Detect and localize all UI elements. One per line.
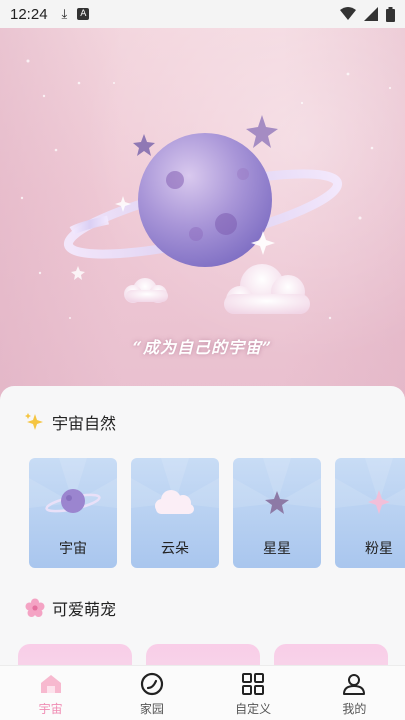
cloud-icon (155, 490, 194, 514)
content-panel: 宇宙自然 宇宙 云朵 星星 粉星 可爱萌宠 (0, 386, 405, 666)
tab-label: 自定义 (235, 702, 272, 716)
flower-icon (25, 598, 45, 617)
card-label: 云朵 (161, 541, 189, 557)
hero-slogan: “成为自己的宇宙” (132, 338, 273, 357)
card-label: 粉星 (365, 541, 393, 557)
card-pink-star[interactable]: 粉星 (335, 458, 405, 568)
download-icon: ⤓ (61, 6, 68, 22)
bottom-tabbar: 宇宙 家园 自定义 我的 (0, 665, 405, 720)
battery-icon (386, 6, 395, 22)
cellular-icon (364, 7, 378, 21)
wifi-icon (340, 7, 356, 20)
card-universe[interactable]: 宇宙 (29, 458, 117, 568)
card-star[interactable]: 星星 (233, 458, 321, 568)
section-title-text: 宇宙自然 (52, 414, 117, 433)
card-cloud[interactable]: 云朵 (131, 458, 219, 568)
status-time: 12:24 (10, 5, 48, 23)
notification-icon: A (77, 8, 90, 20)
tab-label: 我的 (342, 702, 367, 716)
status-bar: 12:24 ⤓ A (0, 0, 405, 28)
tab-home[interactable]: 家园 (101, 666, 202, 720)
grid-icon (242, 673, 265, 695)
category-cards: 宇宙 云朵 星星 粉星 (0, 458, 405, 568)
tab-mine[interactable]: 我的 (304, 666, 405, 720)
card-label: 宇宙 (59, 541, 87, 557)
section-title-universe: 宇宙自然 (0, 408, 405, 436)
tab-universe[interactable]: 宇宙 (0, 666, 101, 720)
pet-card[interactable] (18, 644, 132, 666)
circle-icon (140, 672, 163, 696)
pet-card[interactable] (274, 644, 388, 666)
pet-cards (0, 644, 405, 666)
tab-label: 宇宙 (38, 702, 63, 716)
section-title-pets: 可爱萌宠 (0, 594, 405, 622)
section-title-text: 可爱萌宠 (52, 600, 117, 619)
hero-banner[interactable]: “成为自己的宇宙” (0, 28, 405, 400)
home-icon (40, 675, 61, 693)
sparkle-icon (25, 413, 43, 430)
person-icon (343, 674, 366, 695)
pet-card[interactable] (146, 644, 260, 666)
tab-label: 家园 (139, 702, 164, 716)
card-label: 星星 (263, 541, 291, 557)
tab-custom[interactable]: 自定义 (203, 666, 304, 720)
pink-star-icon (368, 490, 390, 514)
planet-icon (45, 489, 101, 513)
star-icon (265, 491, 289, 514)
